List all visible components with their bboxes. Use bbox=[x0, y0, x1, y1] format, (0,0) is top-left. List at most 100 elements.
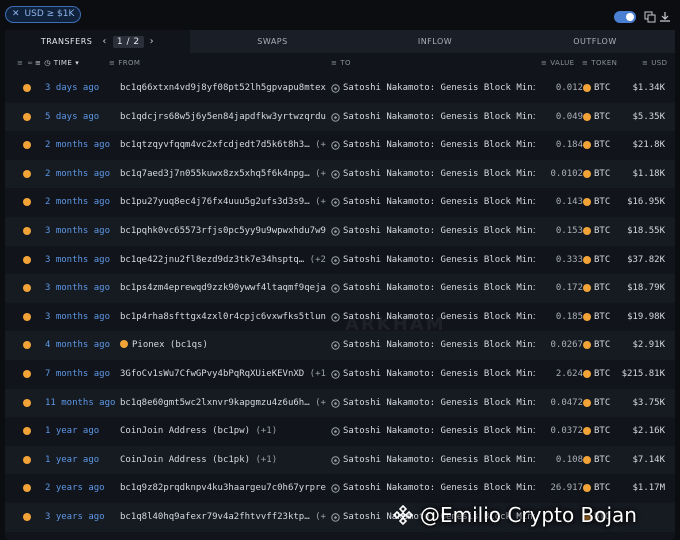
row-from-address[interactable]: bc1qe422jnu2fl8ezd9dz3tk7e34hsptq… (+23) bbox=[120, 255, 326, 265]
row-time-link[interactable]: 3 days ago bbox=[45, 83, 99, 93]
table-row[interactable]: 3 months ago bc1p4rha8sfttgx4zxl0r4cpjc6v… bbox=[5, 303, 675, 332]
row-time-link[interactable]: 1 year ago bbox=[45, 426, 99, 436]
row-token[interactable]: BTC bbox=[594, 398, 610, 408]
row-token[interactable]: BTC bbox=[594, 340, 610, 350]
row-to-entity[interactable]: Satoshi Nakamoto: Genesis Block Mini… bbox=[343, 369, 535, 379]
filter-icon[interactable]: ≡ bbox=[17, 59, 23, 67]
row-to-entity[interactable]: Satoshi Nakamoto: Genesis Block Mini… bbox=[343, 83, 535, 93]
row-from-address[interactable]: bc1q7aed3j7n055kuwx8zx5xhq5f6k4npg… (+3) bbox=[120, 169, 326, 179]
row-token[interactable]: BTC bbox=[594, 83, 610, 93]
table-row[interactable]: 1 year ago CoinJoin Address (bc1pk) (+1) S… bbox=[5, 445, 675, 475]
row-from-address[interactable]: bc1p4rha8sfttgx4zxl0r4cpjc6vxwfks5tlun… bbox=[120, 312, 326, 322]
row-from-address[interactable]: bc1pu27yuq8ec4j76fx4uuu5g2ufs3d3s9… (+1) bbox=[120, 197, 326, 207]
row-from-address[interactable]: bc1pqhk0vc65573rfjs0pc5yy9u9wpwxhdu7w9… bbox=[120, 226, 326, 236]
view-toggle[interactable] bbox=[614, 11, 636, 23]
table-row[interactable]: 2 months ago bc1q7aed3j7n055kuwx8zx5xhq5f… bbox=[5, 159, 675, 189]
row-token[interactable]: BTC bbox=[594, 455, 610, 465]
row-time-link[interactable]: 2 months ago bbox=[45, 169, 110, 179]
row-from-address[interactable]: bc1qdcjrs68w5j6y5en84japdfkw3yrtwzqrdu… bbox=[120, 112, 326, 122]
row-time-link[interactable]: 3 years ago bbox=[45, 512, 105, 522]
row-to-entity[interactable]: Satoshi Nakamoto: Genesis Block Mini… bbox=[343, 226, 535, 236]
filter-icon[interactable]: ≡ bbox=[109, 59, 115, 67]
from-column-header[interactable]: ≡ FROM bbox=[109, 59, 140, 67]
row-to-entity[interactable]: Satoshi Nakamoto: Genesis Block Mini… bbox=[343, 426, 535, 436]
row-token[interactable]: BTC bbox=[594, 226, 610, 236]
usd-column-header[interactable]: ≡ USD bbox=[642, 59, 667, 67]
row-to-entity[interactable]: Satoshi Nakamoto: Genesis Block Mini… bbox=[343, 140, 535, 150]
row-time-link[interactable]: 11 months ago bbox=[45, 398, 115, 408]
row-from-address[interactable]: bc1qtzqyvfqqm4vc2xfcdjedt7d5k6t8h3… (+2) bbox=[120, 140, 326, 150]
row-to-entity[interactable]: Satoshi Nakamoto: Genesis Block Mini… bbox=[343, 340, 535, 350]
chevron-left-icon[interactable]: ‹ bbox=[102, 36, 107, 47]
row-token[interactable]: BTC bbox=[594, 197, 610, 207]
row-to-entity[interactable]: Satoshi Nakamoto: Genesis Block Mini… bbox=[343, 455, 535, 465]
table-row[interactable]: 11 months ago bc1q8e60gmt5wc2lxnvr9kapgmz… bbox=[5, 388, 675, 418]
row-token[interactable]: BTC bbox=[594, 312, 610, 322]
row-to-entity[interactable]: Satoshi Nakamoto: Genesis Block Mini… bbox=[343, 169, 535, 179]
time-column-header[interactable]: ≡ ◷ TIME ▾ bbox=[35, 59, 79, 67]
to-column-header[interactable]: ≡ TO bbox=[331, 59, 351, 67]
row-token[interactable]: BTC bbox=[594, 169, 610, 179]
table-row[interactable]: 7 months ago 3GfoCv1sWu7CfwGPvy4bPqRqXUie… bbox=[5, 360, 675, 389]
row-to-entity[interactable]: Satoshi Nakamoto: Genesis Block Mini… bbox=[343, 483, 535, 493]
usd-filter-chip[interactable]: ✕ USD ≥ $1K bbox=[5, 6, 82, 23]
token-column-header[interactable]: ≡ TOKEN bbox=[582, 59, 617, 67]
row-from-address[interactable]: CoinJoin Address (bc1pk) (+1) bbox=[120, 455, 326, 465]
row-token[interactable]: BTC bbox=[594, 369, 610, 379]
row-to-entity[interactable]: Satoshi Nakamoto: Genesis Block Mini… bbox=[343, 197, 535, 207]
table-row[interactable]: 2 months ago bc1pu27yuq8ec4j76fx4uuu5g2uf… bbox=[5, 188, 675, 217]
table-row[interactable]: 2 months ago bc1qtzqyvfqqm4vc2xfcdjedt7d5… bbox=[5, 131, 675, 160]
filter-icon[interactable]: ≡ bbox=[541, 59, 547, 67]
row-to-entity[interactable]: Satoshi Nakamoto: Genesis Block Mini… bbox=[343, 283, 535, 293]
row-time-link[interactable]: 4 months ago bbox=[45, 340, 110, 350]
row-time-link[interactable]: 2 months ago bbox=[45, 197, 110, 207]
row-time-link[interactable]: 3 months ago bbox=[45, 255, 110, 265]
row-time-link[interactable]: 2 months ago bbox=[45, 140, 110, 150]
row-time-link[interactable]: 3 months ago bbox=[45, 312, 110, 322]
download-icon[interactable] bbox=[659, 11, 671, 23]
row-token[interactable]: BTC bbox=[594, 483, 610, 493]
link-icon[interactable]: ∞ bbox=[27, 59, 33, 67]
table-row[interactable]: 3 months ago bc1qe422jnu2fl8ezd9dz3tk7e34… bbox=[5, 246, 675, 275]
table-row[interactable]: 3 months ago bc1ps4zm4eprewqd9zzk90ywwf4l… bbox=[5, 274, 675, 303]
row-from-address[interactable]: bc1q66xtxn4vd9j8yf08pt52lh5gpvapu8mtex… bbox=[120, 83, 326, 93]
row-time-link[interactable]: 7 months ago bbox=[45, 369, 110, 379]
row-from-address[interactable]: 3GfoCv1sWu7CfwGPvy4bPqRqXUieKEVnXD (+1) bbox=[120, 369, 326, 379]
close-icon[interactable]: ✕ bbox=[12, 7, 20, 22]
row-time-link[interactable]: 5 days ago bbox=[45, 112, 99, 122]
table-row[interactable]: 5 days ago bc1qdcjrs68w5j6y5en84japdfkw3y… bbox=[5, 102, 675, 132]
row-to-entity[interactable]: Satoshi Nakamoto: Genesis Block Mini… bbox=[343, 398, 535, 408]
tab-inflow[interactable]: INFLOW bbox=[355, 30, 515, 53]
row-from-address[interactable]: bc1q8e60gmt5wc2lxnvr9kapgmzu4z6u6h… (+1) bbox=[120, 398, 326, 408]
value-column-header[interactable]: ≡ VALUE bbox=[541, 59, 575, 67]
row-token[interactable]: BTC bbox=[594, 283, 610, 293]
row-token[interactable]: BTC bbox=[594, 255, 610, 265]
table-row[interactable]: 2 years ago bc1q9z82prqdknpv4ku3haargeu7c… bbox=[5, 474, 675, 503]
row-time-link[interactable]: 3 months ago bbox=[45, 283, 110, 293]
row-to-entity[interactable]: Satoshi Nakamoto: Genesis Block Mini… bbox=[343, 255, 535, 265]
row-time-link[interactable]: 2 years ago bbox=[45, 483, 105, 493]
row-from-address[interactable]: bc1q9z82prqdknpv4ku3haargeu7c0h67yrpre… bbox=[120, 483, 326, 493]
row-from-address[interactable]: bc1q8l40hq9afexr79v4a2fhtvvff23ktp… (+1) bbox=[120, 512, 326, 522]
table-row[interactable]: 3 days ago bc1q66xtxn4vd9j8yf08pt52lh5gpv… bbox=[5, 74, 675, 103]
row-time-link[interactable]: 3 months ago bbox=[45, 226, 110, 236]
table-row[interactable]: 1 year ago CoinJoin Address (bc1pw) (+1) S… bbox=[5, 417, 675, 446]
tab-transfers[interactable]: TRANSFERS ‹ 1 / 2 › bbox=[5, 30, 190, 53]
filter-icon[interactable]: ≡ bbox=[642, 59, 648, 67]
row-from-address[interactable]: Pionex (bc1qs) bbox=[120, 340, 326, 350]
row-from-address[interactable]: CoinJoin Address (bc1pw) (+1) bbox=[120, 426, 326, 436]
tab-outflow[interactable]: OUTFLOW bbox=[515, 30, 675, 53]
filter-icon[interactable]: ≡ bbox=[582, 59, 588, 67]
sort-down-icon[interactable]: ▾ bbox=[75, 59, 79, 67]
row-token[interactable]: BTC bbox=[594, 426, 610, 436]
row-from-address[interactable]: bc1ps4zm4eprewqd9zzk90ywwf4ltaqmf9qeja… bbox=[120, 283, 326, 293]
row-time-link[interactable]: 1 year ago bbox=[45, 455, 99, 465]
row-token[interactable]: BTC bbox=[594, 112, 610, 122]
table-row[interactable]: 3 months ago bc1pqhk0vc65573rfjs0pc5yy9u9… bbox=[5, 216, 675, 246]
filter-icon[interactable]: ≡ bbox=[331, 59, 337, 67]
tab-swaps[interactable]: SWAPS bbox=[190, 30, 355, 53]
filter-icon[interactable]: ≡ bbox=[35, 59, 41, 67]
chevron-right-icon[interactable]: › bbox=[150, 36, 155, 47]
copy-icon[interactable] bbox=[644, 11, 656, 23]
row-token[interactable]: BTC bbox=[594, 140, 610, 150]
